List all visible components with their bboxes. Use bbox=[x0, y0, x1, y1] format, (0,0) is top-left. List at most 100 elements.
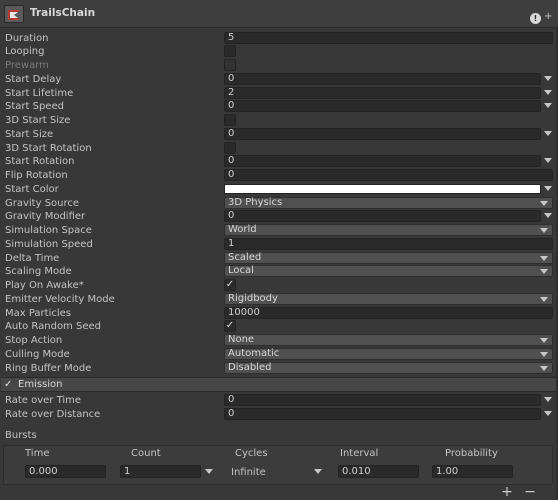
delta-time-label: Delta Time bbox=[5, 253, 60, 264]
bursts-header-count: Count bbox=[131, 448, 161, 459]
looping-label: Looping bbox=[5, 46, 45, 57]
auto-random-seed-label: Auto Random Seed bbox=[5, 321, 101, 332]
burst-interval-field[interactable]: 0.010 bbox=[338, 465, 419, 478]
rate-over-distance-curve-dropdown[interactable] bbox=[544, 411, 552, 416]
burst-cycles-dropdown[interactable] bbox=[314, 469, 322, 474]
add-burst-button[interactable]: + bbox=[498, 484, 516, 500]
row-gravity-source: Gravity Source 3D Physics bbox=[0, 197, 558, 210]
bursts-header-probability: Probability bbox=[445, 448, 498, 459]
stop-action-value: None bbox=[228, 334, 255, 345]
row-duration: Duration 5 bbox=[0, 32, 558, 45]
row-play-on-awake: Play On Awake* ✓ bbox=[0, 279, 558, 292]
play-on-awake-label: Play On Awake* bbox=[5, 280, 84, 291]
row-scaling-mode: Scaling Mode Local bbox=[0, 265, 558, 278]
emitter-velocity-mode-dropdown[interactable]: Rigidbody bbox=[224, 293, 553, 305]
start-speed-field[interactable]: 0 bbox=[224, 100, 541, 112]
start-speed-label: Start Speed bbox=[5, 101, 64, 112]
max-particles-label: Max Particles bbox=[5, 308, 72, 319]
start-size-label: Start Size bbox=[5, 129, 54, 140]
row-start-delay: Start Delay 0 bbox=[0, 73, 558, 86]
row-looping: Looping bbox=[0, 45, 558, 58]
start-color-swatch[interactable] bbox=[224, 184, 541, 194]
chevron-down-icon bbox=[540, 256, 548, 261]
row-3d-start-rotation: 3D Start Rotation bbox=[0, 142, 558, 155]
rate-over-time-curve-dropdown[interactable] bbox=[544, 397, 552, 402]
burst-cycles-value[interactable]: Infinite bbox=[231, 466, 266, 479]
gravity-modifier-field[interactable]: 0 bbox=[224, 210, 541, 222]
start-color-mode-dropdown[interactable] bbox=[544, 186, 552, 191]
chevron-down-icon bbox=[540, 338, 548, 343]
chevron-down-icon bbox=[540, 228, 548, 233]
row-rate-over-time: Rate over Time 0 bbox=[0, 394, 558, 407]
gravity-source-dropdown[interactable]: 3D Physics bbox=[224, 197, 553, 209]
flip-rotation-field[interactable]: 0 bbox=[224, 169, 553, 181]
add-icon[interactable]: + bbox=[544, 11, 552, 22]
start-rotation-field[interactable]: 0 bbox=[224, 155, 541, 167]
auto-random-seed-checkbox[interactable]: ✓ bbox=[224, 320, 236, 332]
simulation-speed-label: Simulation Speed bbox=[5, 239, 93, 250]
row-simulation-speed: Simulation Speed 1 bbox=[0, 238, 558, 251]
start-size-field[interactable]: 0 bbox=[224, 128, 541, 140]
looping-checkbox[interactable] bbox=[224, 45, 236, 57]
chevron-down-icon bbox=[540, 352, 548, 357]
gravity-source-value: 3D Physics bbox=[228, 197, 283, 208]
rate-over-time-field[interactable]: 0 bbox=[224, 394, 541, 406]
row-3d-start-size: 3D Start Size bbox=[0, 114, 558, 127]
particle-system-icon bbox=[4, 5, 24, 23]
emission-enabled-checkbox[interactable]: ✓ bbox=[4, 379, 16, 391]
stop-action-dropdown[interactable]: None bbox=[224, 334, 553, 346]
start-lifetime-label: Start Lifetime bbox=[5, 88, 74, 99]
ring-buffer-mode-dropdown[interactable]: Disabled bbox=[224, 362, 553, 374]
scaling-mode-dropdown[interactable]: Local bbox=[224, 265, 553, 277]
start-speed-curve-dropdown[interactable] bbox=[544, 103, 552, 108]
row-max-particles: Max Particles 10000 bbox=[0, 307, 558, 320]
culling-mode-value: Automatic bbox=[228, 348, 280, 359]
simulation-speed-field[interactable]: 1 bbox=[224, 238, 553, 250]
delta-time-dropdown[interactable]: Scaled bbox=[224, 252, 553, 264]
max-particles-field[interactable]: 10000 bbox=[224, 307, 553, 319]
start-delay-curve-dropdown[interactable] bbox=[544, 76, 552, 81]
prewarm-checkbox[interactable] bbox=[224, 59, 236, 71]
row-stop-action: Stop Action None bbox=[0, 334, 558, 347]
start-lifetime-curve-dropdown[interactable] bbox=[544, 90, 552, 95]
gravity-modifier-curve-dropdown[interactable] bbox=[544, 213, 552, 218]
start-rotation-curve-dropdown[interactable] bbox=[544, 158, 552, 163]
rate-over-distance-field[interactable]: 0 bbox=[224, 408, 541, 420]
chevron-down-icon bbox=[540, 269, 548, 274]
start-rotation-label: Start Rotation bbox=[5, 156, 75, 167]
component-header: TrailsChain ! + bbox=[0, 0, 558, 28]
ring-buffer-mode-label: Ring Buffer Mode bbox=[5, 363, 92, 374]
remove-burst-button[interactable]: − bbox=[521, 484, 539, 500]
gravity-source-label: Gravity Source bbox=[5, 198, 80, 209]
culling-mode-dropdown[interactable]: Automatic bbox=[224, 348, 553, 360]
3d-start-size-checkbox[interactable] bbox=[224, 114, 236, 126]
play-on-awake-checkbox[interactable]: ✓ bbox=[224, 279, 236, 291]
duration-field[interactable]: 5 bbox=[224, 32, 553, 44]
gravity-modifier-label: Gravity Modifier bbox=[5, 211, 86, 222]
ring-buffer-mode-value: Disabled bbox=[228, 362, 272, 373]
emission-title: Emission bbox=[18, 379, 63, 390]
row-gravity-modifier: Gravity Modifier 0 bbox=[0, 210, 558, 223]
row-start-speed: Start Speed 0 bbox=[0, 100, 558, 113]
row-delta-time: Delta Time Scaled bbox=[0, 252, 558, 265]
start-color-label: Start Color bbox=[5, 184, 59, 195]
info-icon[interactable]: ! bbox=[530, 13, 541, 24]
duration-label: Duration bbox=[5, 33, 49, 44]
burst-probability-field[interactable]: 1.00 bbox=[432, 465, 513, 478]
emission-module-header[interactable]: ✓ Emission bbox=[1, 377, 557, 392]
burst-count-curve-dropdown[interactable] bbox=[205, 469, 213, 474]
start-delay-field[interactable]: 0 bbox=[224, 73, 541, 85]
rate-over-distance-label: Rate over Distance bbox=[5, 409, 101, 420]
scaling-mode-value: Local bbox=[228, 265, 254, 276]
bursts-header-cycles: Cycles bbox=[235, 448, 268, 459]
burst-time-field[interactable]: 0.000 bbox=[25, 465, 106, 478]
row-start-color: Start Color bbox=[0, 183, 558, 196]
scaling-mode-label: Scaling Mode bbox=[5, 266, 72, 277]
start-lifetime-field[interactable]: 2 bbox=[224, 87, 541, 99]
3d-start-rotation-checkbox[interactable] bbox=[224, 142, 236, 154]
start-size-curve-dropdown[interactable] bbox=[544, 131, 552, 136]
burst-count-field[interactable]: 1 bbox=[120, 465, 201, 478]
row-culling-mode: Culling Mode Automatic bbox=[0, 348, 558, 361]
simulation-space-dropdown[interactable]: World bbox=[224, 224, 553, 236]
row-start-size: Start Size 0 bbox=[0, 128, 558, 141]
